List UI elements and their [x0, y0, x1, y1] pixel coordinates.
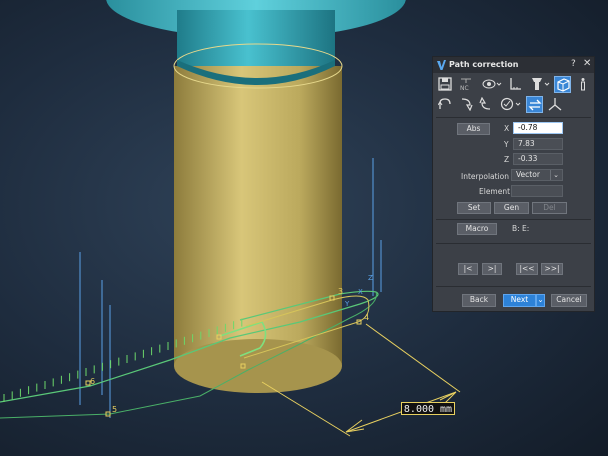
separator: [436, 219, 591, 220]
nc-icon[interactable]: NC: [458, 76, 475, 93]
save-icon[interactable]: [437, 76, 454, 93]
z-input[interactable]: -0.33: [513, 153, 563, 165]
tool-cylinder: [174, 66, 342, 366]
info-icon[interactable]: [575, 76, 592, 93]
last-point-button[interactable]: >|: [482, 263, 502, 275]
help-icon[interactable]: ?: [571, 59, 576, 69]
undo-path-icon[interactable]: [437, 96, 454, 113]
dimension-extension: [261, 381, 351, 437]
chevron-down-icon: ⌄: [550, 170, 561, 180]
next-dropdown-chevron-icon[interactable]: ⌄: [536, 294, 545, 307]
axis-label-y: Y: [344, 300, 350, 308]
del-button[interactable]: Del: [532, 202, 567, 214]
dialog-title: Path correction: [449, 60, 519, 69]
close-icon[interactable]: ✕: [583, 58, 591, 69]
path-update-icon[interactable]: [526, 96, 543, 113]
first-point-button[interactable]: |<: [458, 263, 478, 275]
point-label: 5: [112, 405, 117, 414]
dialog-titlebar[interactable]: Path correction ? ✕: [433, 57, 594, 73]
flip-down-icon[interactable]: [458, 96, 475, 113]
dimension-extension: [365, 323, 461, 393]
y-input[interactable]: 7.83: [513, 138, 563, 150]
interpolation-label: Interpolation: [461, 172, 509, 181]
next-block-button[interactable]: >>|: [541, 263, 563, 275]
ruler-icon[interactable]: [507, 76, 524, 93]
x-input[interactable]: -0.78: [513, 122, 563, 134]
macro-info: B: E:: [512, 224, 530, 233]
separator: [436, 117, 591, 118]
separator: [436, 286, 591, 287]
interpolation-value: Vector: [516, 170, 540, 179]
gen-button[interactable]: Gen: [494, 202, 529, 214]
app-logo-icon: [437, 60, 446, 70]
flip-up-icon[interactable]: [478, 96, 495, 113]
dimension-label: 8.000 mm: [401, 402, 455, 415]
prev-block-button[interactable]: |<<: [516, 263, 538, 275]
macro-button[interactable]: Macro: [457, 223, 497, 235]
cube-view-icon[interactable]: [554, 76, 571, 93]
point-label: 4: [364, 313, 369, 322]
element-label: Element: [479, 187, 511, 196]
view-options-icon[interactable]: [481, 76, 502, 93]
abs-button[interactable]: Abs: [457, 123, 490, 135]
y-label: Y: [504, 140, 509, 149]
z-label: Z: [504, 155, 510, 164]
axis-icon[interactable]: [547, 96, 564, 113]
element-input[interactable]: [511, 185, 563, 197]
separator: [436, 243, 591, 244]
tool-holder-icon[interactable]: [529, 76, 550, 93]
svg-text:NC: NC: [460, 85, 469, 91]
spindle-body: [177, 10, 335, 70]
gear-toggle-icon[interactable]: [499, 96, 521, 113]
path-correction-dialog[interactable]: Path correction ? ✕ NC Abs X -0.78 Y 7.8…: [432, 56, 595, 312]
next-button[interactable]: Next: [503, 294, 536, 307]
set-button[interactable]: Set: [457, 202, 491, 214]
axis-label-z: Z: [368, 274, 373, 282]
interpolation-select[interactable]: Vector ⌄: [511, 169, 563, 181]
point-label: 3: [338, 287, 343, 296]
back-button[interactable]: Back: [462, 294, 496, 307]
cancel-button[interactable]: Cancel: [551, 294, 587, 307]
x-label: X: [504, 124, 510, 133]
point-label: 6: [90, 377, 95, 386]
axis-label-x: X: [358, 288, 363, 296]
tool-bottom: [174, 339, 342, 393]
